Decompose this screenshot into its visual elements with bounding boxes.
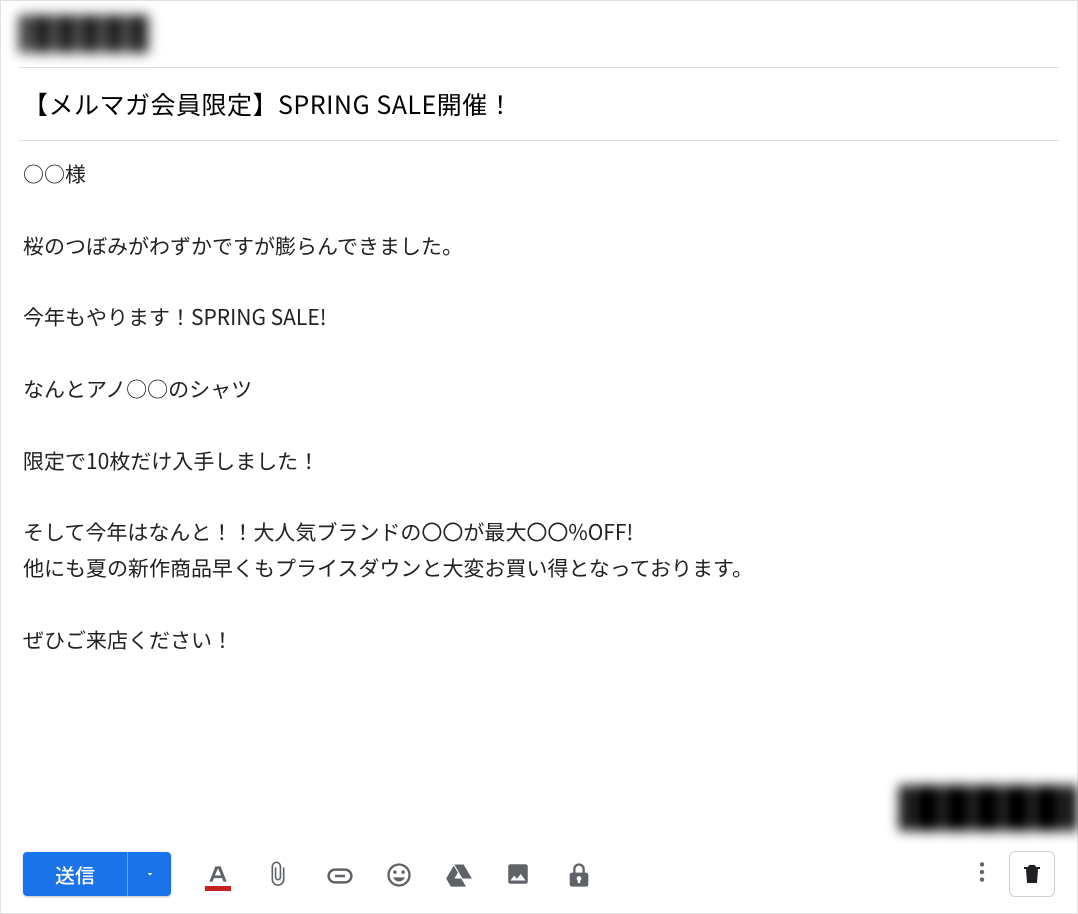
compose-toolbar: 送信 bbox=[1, 835, 1077, 913]
body-line: 今年もやります！SPRING SALE! bbox=[23, 300, 1055, 336]
more-options-icon[interactable] bbox=[969, 859, 995, 890]
recipient-pixelated bbox=[19, 15, 149, 53]
discard-button[interactable] bbox=[1009, 851, 1055, 897]
emoji-icon[interactable] bbox=[385, 861, 411, 887]
confidential-icon[interactable] bbox=[565, 861, 591, 887]
toolbar-icons bbox=[205, 861, 591, 887]
body-line: ぜひご来店ください！ bbox=[23, 623, 1055, 659]
send-split-button: 送信 bbox=[23, 852, 171, 896]
body-line: 限定で10枚だけ入手しました！ bbox=[23, 444, 1055, 480]
image-icon[interactable] bbox=[505, 861, 531, 887]
subject-field[interactable]: 【メルマガ会員限定】SPRING SALE開催！ bbox=[1, 68, 1077, 140]
drive-icon[interactable] bbox=[445, 861, 471, 887]
body-line: なんとアノ○○のシャツ bbox=[23, 372, 1055, 408]
message-body[interactable]: ○○様 桜のつぼみがわずかですが膨らんできました。 今年もやります！SPRING… bbox=[1, 141, 1077, 659]
body-line: ○○様 bbox=[23, 157, 1055, 193]
body-line: 他にも夏の新作商品早くもプライスダウンと大変お買い得となっております。 bbox=[23, 551, 1055, 587]
body-line: 桜のつぼみがわずかですが膨らんできました。 bbox=[23, 229, 1055, 265]
link-icon[interactable] bbox=[325, 861, 351, 887]
send-more-button[interactable] bbox=[127, 852, 171, 896]
toolbar-right bbox=[969, 851, 1055, 897]
formatting-icon[interactable] bbox=[205, 861, 231, 887]
signature-pixelated bbox=[899, 785, 1077, 831]
attach-icon[interactable] bbox=[265, 861, 291, 887]
send-button[interactable]: 送信 bbox=[23, 852, 127, 896]
body-line: そして今年はなんと！！大人気ブランドの〇〇が最大〇〇%OFF! bbox=[23, 515, 1055, 551]
